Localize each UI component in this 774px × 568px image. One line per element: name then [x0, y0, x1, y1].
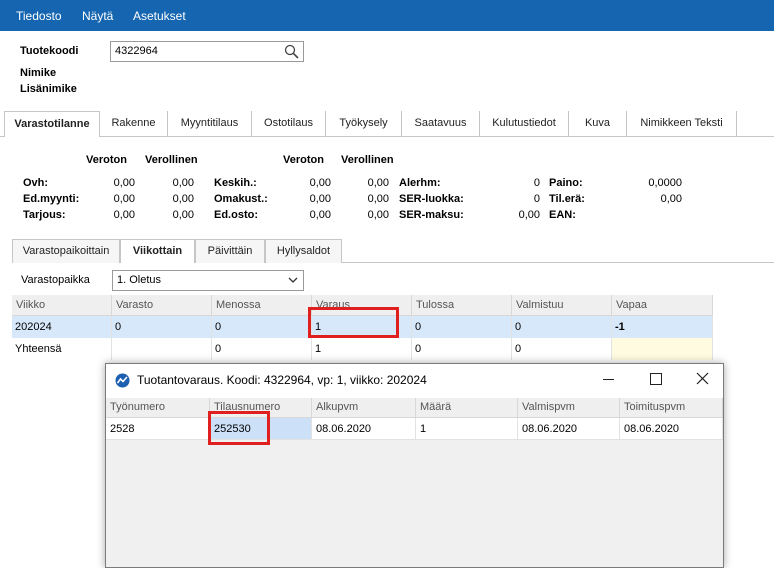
warehouse-value: 1. Oletus — [117, 274, 162, 286]
dialog-header-tyonumero[interactable]: Työnumero — [106, 398, 210, 418]
tab-kuva[interactable]: Kuva — [569, 111, 627, 137]
paino-label: Paino: — [549, 177, 583, 189]
tab-myyntitilaus[interactable]: Myyntitilaus — [168, 111, 252, 137]
grid-cell-tulossa[interactable]: 0 — [412, 316, 512, 338]
totals-valmistuu: 0 — [512, 338, 612, 360]
paino-value: 0,0000 — [648, 177, 682, 189]
tarjous-verollinen: 0,00 — [172, 209, 194, 221]
til-era-value: 0,00 — [660, 193, 682, 205]
ser-luokka-label: SER-luokka: — [399, 193, 464, 205]
grid-cell-vapaa[interactable]: -1 — [612, 316, 713, 338]
keskih-veroton: 0,00 — [309, 177, 331, 189]
tarjous-label: Tarjous: — [23, 209, 66, 221]
dialog-cell-tyonumero[interactable]: 2528 — [106, 418, 210, 440]
edmyynti-veroton: 0,00 — [113, 193, 135, 205]
col-header-veroton-1: Veroton — [86, 154, 127, 166]
omakust-veroton: 0,00 — [309, 193, 331, 205]
search-icon[interactable] — [283, 43, 301, 60]
totals-vapaa — [612, 338, 713, 360]
app-logo-icon — [115, 373, 130, 388]
tab-varastotilanne[interactable]: Varastotilanne — [4, 111, 100, 137]
tab-nimikkeen-teksti[interactable]: Nimikkeen Teksti — [627, 111, 737, 137]
product-code-input[interactable]: 4322964 — [110, 41, 304, 62]
menu-asetukset[interactable]: Asetukset — [133, 9, 186, 23]
edosto-label: Ed.osto: — [214, 209, 258, 221]
col-header-verollinen-1: Verollinen — [145, 154, 198, 166]
minimize-icon[interactable] — [603, 379, 614, 380]
production-reservation-dialog: Tuotantovaraus. Koodi: 4322964, vp: 1, v… — [105, 363, 724, 568]
ser-maksu-value: 0,00 — [518, 209, 540, 221]
tab-tyokysely[interactable]: Työkysely — [326, 111, 402, 137]
ser-luokka-value: 0 — [533, 193, 540, 205]
alerhm-value: 0 — [533, 177, 540, 189]
chevron-down-icon — [288, 277, 298, 283]
tarjous-veroton: 0,00 — [113, 209, 135, 221]
dialog-cell-toimituspvm[interactable]: 08.06.2020 — [620, 418, 723, 440]
grid-header-varasto[interactable]: Varasto — [112, 295, 212, 316]
tab-rakenne[interactable]: Rakenne — [100, 111, 168, 137]
grid-header-viikko[interactable]: Viikko — [12, 295, 112, 316]
grid-cell-menossa[interactable]: 0 — [212, 316, 312, 338]
subtab-paivittain[interactable]: Päivittäin — [195, 239, 265, 263]
grid-cell-viikko[interactable]: 202024 — [12, 316, 112, 338]
omakust-label: Omakust.: — [214, 193, 268, 205]
dialog-cell-alkupvm[interactable]: 08.06.2020 — [312, 418, 416, 440]
ovh-label: Ovh: — [23, 177, 49, 189]
grid-header-vapaa[interactable]: Vapaa — [612, 295, 713, 316]
ean-label: EAN: — [549, 209, 576, 221]
totals-label: Yhteensä — [12, 338, 112, 360]
edosto-verollinen: 0,00 — [367, 209, 389, 221]
til-era-label: Til.erä: — [549, 193, 585, 205]
tab-ostotilaus[interactable]: Ostotilaus — [252, 111, 326, 137]
maximize-icon[interactable] — [650, 373, 662, 385]
ovh-verollinen: 0,00 — [172, 177, 194, 189]
dialog-cell-valmispvm[interactable]: 08.06.2020 — [518, 418, 620, 440]
dialog-title: Tuotantovaraus. Koodi: 4322964, vp: 1, v… — [137, 373, 427, 387]
keskih-label: Keskih.: — [214, 177, 257, 189]
dialog-titlebar: Tuotantovaraus. Koodi: 4322964, vp: 1, v… — [106, 364, 723, 395]
grid-header-tulossa[interactable]: Tulossa — [412, 295, 512, 316]
totals-varaus: 1 — [312, 338, 412, 360]
omakust-verollinen: 0,00 — [367, 193, 389, 205]
edmyynti-verollinen: 0,00 — [172, 193, 194, 205]
grid-cell-valmistuu[interactable]: 0 — [512, 316, 612, 338]
tab-kulutustiedot[interactable]: Kulutustiedot — [480, 111, 569, 137]
product-code-label: Tuotekoodi — [20, 45, 79, 57]
edmyynti-label: Ed.myynti: — [23, 193, 80, 205]
tab-saatavuus[interactable]: Saatavuus — [402, 111, 480, 137]
grid-header-menossa[interactable]: Menossa — [212, 295, 312, 316]
ser-maksu-label: SER-maksu: — [399, 209, 464, 221]
dialog-header-valmispvm[interactable]: Valmispvm — [518, 398, 620, 418]
subtab-varastopaikoittain[interactable]: Varastopaikoittain — [12, 239, 120, 263]
alerhm-label: Alerhm: — [399, 177, 441, 189]
warehouse-select[interactable]: 1. Oletus — [112, 270, 304, 291]
extra-name-label: Lisänimike — [20, 83, 77, 95]
dialog-header-maara[interactable]: Määrä — [416, 398, 518, 418]
edosto-veroton: 0,00 — [309, 209, 331, 221]
name-label: Nimike — [20, 67, 57, 79]
totals-varasto — [112, 338, 212, 360]
grid-cell-varasto[interactable]: 0 — [112, 316, 212, 338]
product-code-value: 4322964 — [115, 45, 158, 57]
warehouse-label: Varastopaikka — [21, 274, 90, 286]
menu-nayta[interactable]: Näytä — [82, 9, 113, 23]
totals-tulossa: 0 — [412, 338, 512, 360]
totals-menossa: 0 — [212, 338, 312, 360]
col-header-veroton-2: Veroton — [283, 154, 324, 166]
ovh-veroton: 0,00 — [113, 177, 135, 189]
menu-tiedosto[interactable]: Tiedosto — [16, 9, 62, 23]
close-icon[interactable] — [696, 372, 709, 385]
annotation-highlight-varaus — [308, 307, 399, 338]
dialog-cell-maara[interactable]: 1 — [416, 418, 518, 440]
col-header-verollinen-2: Verollinen — [341, 154, 394, 166]
dialog-header-alkupvm[interactable]: Alkupvm — [312, 398, 416, 418]
annotation-highlight-tilausnumero — [208, 411, 270, 445]
subtab-hyllysaldot[interactable]: Hyllysaldot — [265, 239, 342, 263]
keskih-verollinen: 0,00 — [367, 177, 389, 189]
subtab-viikottain[interactable]: Viikottain — [120, 239, 195, 263]
grid-header-valmistuu[interactable]: Valmistuu — [512, 295, 612, 316]
menu-bar — [0, 0, 774, 31]
dialog-header-toimituspvm[interactable]: Toimituspvm — [620, 398, 723, 418]
